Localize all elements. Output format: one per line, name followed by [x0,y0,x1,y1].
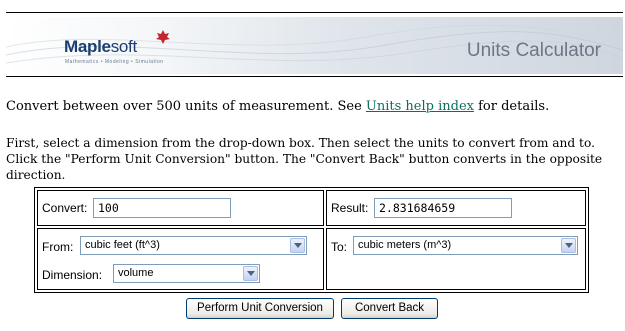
units-help-index-link[interactable]: Units help index [366,99,474,114]
logo-text-main: Maple [64,37,111,56]
perform-unit-conversion-button[interactable]: Perform Unit Conversion [186,298,334,319]
dimension-select[interactable]: volume [113,264,260,283]
from-label: From: [42,240,74,254]
instructions-text: First, select a dimension from the drop-… [6,136,603,182]
result-label: Result: [331,201,369,215]
convert-cell: Convert: 100 [37,190,324,226]
chevron-down-icon[interactable] [243,266,258,281]
convert-input[interactable]: 100 [93,198,231,218]
to-cell: To: cubic meters (m^3) [326,228,586,290]
intro-text-before: Convert between over 500 units of measur… [6,99,366,114]
to-unit-selected: cubic meters (m^3) [358,239,452,251]
chevron-down-icon[interactable] [561,238,576,253]
intro-text-after: for details. [473,99,550,114]
maple-leaf-icon [156,30,170,44]
to-unit-select[interactable]: cubic meters (m^3) [353,236,578,255]
from-unit-selected: cubic feet (ft^3) [85,239,160,251]
bottom-divider [6,76,623,77]
from-cell: From: cubic feet (ft^3) Dimension: volum… [37,228,324,290]
header-banner: Maplesoft Mathematics • Modeling • Simul… [6,17,623,74]
chevron-down-icon[interactable] [290,238,305,253]
dimension-selected: volume [118,267,154,279]
maplesoft-logo[interactable]: Maplesoft [64,37,137,57]
intro-text: Convert between over 500 units of measur… [6,99,549,114]
dimension-label: Dimension: [42,268,103,282]
top-divider [6,12,623,13]
converter-table: Convert: 100 Result: 2.831684659 From: c… [34,187,589,293]
convert-label: Convert: [42,201,88,215]
convert-back-button[interactable]: Convert Back [341,298,438,319]
from-unit-select[interactable]: cubic feet (ft^3) [80,236,307,255]
logo-tagline: Mathematics • Modeling • Simulation [65,59,164,65]
page-title: Units Calculator [466,40,601,61]
result-field[interactable]: 2.831684659 [374,198,512,218]
logo-text-soft: soft [110,37,138,56]
result-cell: Result: 2.831684659 [326,190,586,226]
to-label: To: [331,240,348,254]
